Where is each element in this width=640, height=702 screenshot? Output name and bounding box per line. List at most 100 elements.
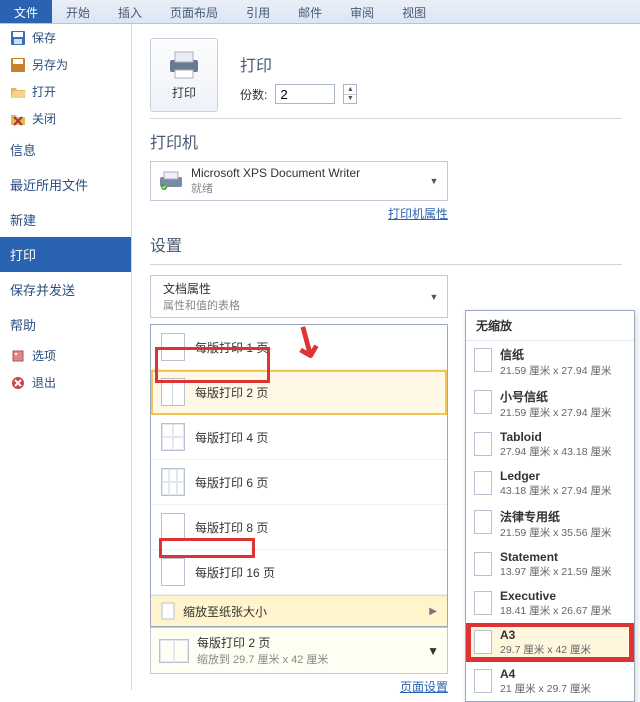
page-icon [474, 552, 492, 576]
printer-properties-link[interactable]: 打印机属性 [150, 205, 448, 222]
printer-dropdown[interactable]: Microsoft XPS Document Writer 就绪 ▼ [150, 161, 448, 201]
pps-option-2[interactable]: 每版打印 2 页 [151, 370, 447, 415]
print-button[interactable]: 打印 [150, 38, 218, 112]
sidebar-exit[interactable]: 退出 [0, 369, 131, 396]
pps-option-4[interactable]: 每版打印 4 页 [151, 415, 447, 460]
ribbon-tab-view[interactable]: 视图 [388, 0, 440, 23]
sidebar-save[interactable]: 保存 [0, 24, 131, 51]
paper-name: Executive [500, 589, 611, 603]
sidebar-options[interactable]: 选项 [0, 342, 131, 369]
ribbon-tab-file[interactable]: 文件 [0, 0, 52, 23]
page-icon [474, 669, 492, 693]
paper-dim: 21 厘米 x 29.7 厘米 [500, 681, 591, 696]
paper-dim: 29.7 厘米 x 42 厘米 [500, 642, 591, 657]
save-icon [10, 30, 26, 46]
paper-size-option[interactable]: Executive18.41 厘米 x 26.67 厘米 [466, 584, 634, 623]
paper-name: 信纸 [500, 346, 611, 363]
pps-label: 每版打印 2 页 [195, 384, 268, 401]
sidebar-close[interactable]: 关闭 [0, 105, 131, 132]
pps-option-16[interactable]: 每版打印 16 页 [151, 550, 447, 595]
sidebar-item-label: 保存 [32, 29, 56, 46]
paper-size-option[interactable]: Statement13.97 厘米 x 21.59 厘米 [466, 545, 634, 584]
paper-dim: 13.97 厘米 x 21.59 厘米 [500, 564, 611, 579]
sidebar-item-label: 另存为 [32, 56, 68, 73]
paper-name: 法律专用纸 [500, 508, 611, 525]
pps-option-1[interactable]: 每版打印 1 页 [151, 325, 447, 370]
doc-properties-dropdown[interactable]: 文档属性 属性和值的表格 ▼ [150, 275, 448, 318]
paper-size-option[interactable]: 法律专用纸21.59 厘米 x 35.56 厘米 [466, 503, 634, 545]
scale-label: 缩放至纸张大小 [183, 603, 267, 620]
paper-name: A3 [500, 628, 591, 642]
chevron-down-icon: ▼ [427, 176, 441, 186]
printer-name: Microsoft XPS Document Writer [191, 166, 427, 180]
paper-size-option[interactable]: A329.7 厘米 x 42 厘米 [466, 623, 634, 662]
pps-option-8[interactable]: 每版打印 8 页 [151, 505, 447, 550]
ribbon-tab-insert[interactable]: 插入 [104, 0, 156, 23]
print-heading: 打印 [240, 52, 357, 76]
copies-spinner[interactable]: ▲▼ [343, 84, 357, 104]
exit-icon [10, 375, 26, 391]
saveas-icon [10, 57, 26, 73]
printer-device-icon [157, 170, 185, 192]
copies-label: 份数: [240, 86, 267, 103]
page-icon [474, 432, 492, 456]
sidebar-info[interactable]: 信息 [0, 132, 131, 167]
sidebar-new[interactable]: 新建 [0, 202, 131, 237]
printer-status: 就绪 [191, 180, 427, 196]
page-icon [474, 390, 492, 414]
pages-per-sheet-dropdown[interactable]: 每版打印 2 页 缩放到 29.7 厘米 x 42 厘米 ▼ [150, 627, 448, 674]
printer-icon [166, 50, 202, 80]
ribbon-tab-mail[interactable]: 邮件 [284, 0, 336, 23]
scale-to-paper-submenu[interactable]: 缩放至纸张大小 ▶ [151, 595, 447, 626]
paper-size-option[interactable]: 小号信纸21.59 厘米 x 27.94 厘米 [466, 383, 634, 425]
pps-thumb-icon [159, 639, 189, 663]
chevron-down-icon: ▼ [427, 644, 439, 658]
options-icon [10, 348, 26, 364]
close-icon [10, 111, 26, 127]
sidebar-save-send[interactable]: 保存并发送 [0, 272, 131, 307]
paper-name: Tabloid [500, 430, 611, 444]
page-icon [474, 471, 492, 495]
file-menu-sidebar: 保存 另存为 打开 关闭 信息 最近所用文件 新建 打印 保存并发送 帮助 选项… [0, 24, 132, 690]
settings-heading: 设置 [150, 232, 622, 256]
submenu-arrow-icon: ▶ [429, 606, 437, 617]
page-icon [474, 510, 492, 534]
sidebar-print[interactable]: 打印 [0, 237, 131, 272]
paper-dim: 43.18 厘米 x 27.94 厘米 [500, 483, 611, 498]
paper-dim: 21.59 厘米 x 27.94 厘米 [500, 405, 611, 420]
print-button-label: 打印 [172, 84, 196, 101]
pps-label: 每版打印 1 页 [195, 339, 268, 356]
pps-option-6[interactable]: 每版打印 6 页 [151, 460, 447, 505]
spin-up-icon[interactable]: ▲ [344, 85, 356, 95]
paper-name: Ledger [500, 469, 611, 483]
paper-size-option[interactable]: A421 厘米 x 29.7 厘米 [466, 662, 634, 701]
pps-label: 每版打印 4 页 [195, 429, 268, 446]
sidebar-help[interactable]: 帮助 [0, 307, 131, 342]
ribbon-tab-home[interactable]: 开始 [52, 0, 104, 23]
flyout-heading[interactable]: 无缩放 [466, 311, 634, 341]
paper-size-option[interactable]: Ledger43.18 厘米 x 27.94 厘米 [466, 464, 634, 503]
dd-main: 文档属性 [163, 280, 427, 297]
paper-size-flyout: 无缩放 信纸21.59 厘米 x 27.94 厘米小号信纸21.59 厘米 x … [465, 310, 635, 702]
spin-down-icon[interactable]: ▼ [344, 95, 356, 104]
sidebar-recent[interactable]: 最近所用文件 [0, 167, 131, 202]
sidebar-item-label: 打开 [32, 83, 56, 100]
copies-input[interactable] [275, 84, 335, 104]
ribbon-tab-layout[interactable]: 页面布局 [156, 0, 232, 23]
pps-label: 每版打印 8 页 [195, 519, 268, 536]
sidebar-item-label: 关闭 [32, 110, 56, 127]
sidebar-open[interactable]: 打开 [0, 78, 131, 105]
paper-size-option[interactable]: Tabloid27.94 厘米 x 43.18 厘米 [466, 425, 634, 464]
ribbon-tab-review[interactable]: 审阅 [336, 0, 388, 23]
pps-selected-main: 每版打印 2 页 [197, 634, 427, 651]
page-icon [474, 630, 492, 654]
sidebar-saveas[interactable]: 另存为 [0, 51, 131, 78]
paper-name: Statement [500, 550, 611, 564]
pps-selected-sub: 缩放到 29.7 厘米 x 42 厘米 [197, 651, 427, 667]
paper-dim: 27.94 厘米 x 43.18 厘米 [500, 444, 611, 459]
ribbon-tab-references[interactable]: 引用 [232, 0, 284, 23]
paper-name: A4 [500, 667, 591, 681]
paper-size-option[interactable]: 信纸21.59 厘米 x 27.94 厘米 [466, 341, 634, 383]
pps-label: 每版打印 16 页 [195, 564, 275, 581]
page-setup-link[interactable]: 页面设置 [150, 678, 448, 695]
